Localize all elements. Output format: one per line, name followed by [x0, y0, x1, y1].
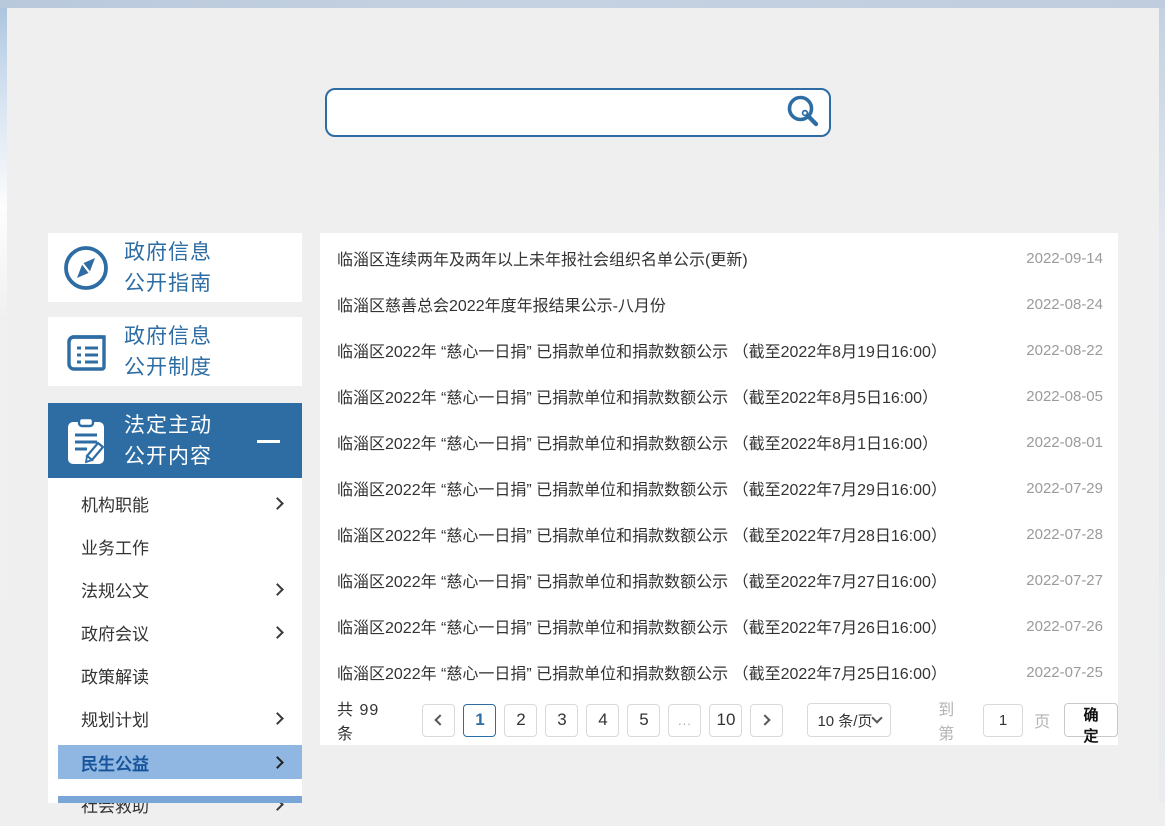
- page-button-3[interactable]: 3: [545, 704, 578, 737]
- page-button-1[interactable]: 1: [463, 704, 496, 737]
- confirm-button[interactable]: 确定: [1064, 703, 1118, 737]
- sidebar-item-label: 法规公文: [81, 577, 149, 602]
- page-button-10[interactable]: 10: [709, 704, 742, 737]
- announcement-date: 2022-08-01: [1026, 434, 1103, 451]
- search-icon: [784, 93, 821, 133]
- table-row: 临淄区2022年 “慈心一日捐” 已捐款单位和捐款数额公示 （截至2022年7月…: [320, 465, 1118, 511]
- next-item-highlight-strip: [58, 796, 302, 803]
- search-bar: [325, 88, 831, 137]
- chevron-right-icon: [271, 583, 284, 596]
- goto-page-suffix: 页: [1034, 708, 1050, 732]
- chevron-right-icon: [271, 497, 284, 510]
- announcement-title[interactable]: 临淄区2022年 “慈心一日捐” 已捐款单位和捐款数额公示 （截至2022年7月…: [337, 522, 947, 546]
- clipboard-pencil-icon: [48, 415, 124, 467]
- sidebar-item-label: 业务工作: [81, 534, 149, 559]
- pagination-bar: 共 99 条 1 2 3 4 5 ... 10 10 条/页 到第 页 确定: [320, 695, 1118, 745]
- sidebar: 政府信息 公开指南 政府信息 公开制度: [48, 233, 302, 803]
- announcement-title[interactable]: 临淄区2022年 “慈心一日捐” 已捐款单位和捐款数额公示 （截至2022年8月…: [337, 384, 938, 408]
- sidebar-item-label: 政策解读: [81, 663, 149, 688]
- sidebar-item-label: 机构职能: [81, 491, 149, 516]
- announcement-title[interactable]: 临淄区慈善总会2022年度年报结果公示-八月份: [337, 292, 666, 316]
- announcement-panel: 临淄区连续两年及两年以上未年报社会组织名单公示(更新) 2022-09-14 临…: [320, 233, 1118, 745]
- page-frame-right: [1159, 0, 1165, 803]
- compass-icon: [48, 242, 124, 294]
- sidebar-item-label: 民生公益: [81, 750, 149, 775]
- sidebar-item-public-welfare[interactable]: 民生公益: [58, 745, 302, 779]
- sidebar-item-policy[interactable]: 政策解读: [48, 654, 302, 697]
- sidebar-group-open-system[interactable]: 政府信息 公开制度: [48, 317, 302, 386]
- prev-page-button[interactable]: [422, 704, 455, 737]
- sidebar-group-label: 政府信息 公开指南: [124, 237, 212, 299]
- table-row: 临淄区2022年 “慈心一日捐” 已捐款单位和捐款数额公示 （截至2022年8月…: [320, 327, 1118, 373]
- search-button[interactable]: [775, 90, 829, 135]
- sidebar-group-statutory-disclosure[interactable]: 法定主动 公开内容: [48, 403, 302, 478]
- page-button-5[interactable]: 5: [627, 704, 660, 737]
- sidebar-item-social-assistance[interactable]: 社会救助: [48, 783, 302, 826]
- total-count-label: 共 99 条: [337, 696, 401, 744]
- sidebar-item-label: 规划计划: [81, 706, 149, 731]
- page-frame-top: [0, 0, 1165, 8]
- sidebar-group-label: 法定主动 公开内容: [124, 410, 212, 472]
- announcement-title[interactable]: 临淄区2022年 “慈心一日捐” 已捐款单位和捐款数额公示 （截至2022年8月…: [337, 430, 938, 454]
- announcement-title[interactable]: 临淄区2022年 “慈心一日捐” 已捐款单位和捐款数额公示 （截至2022年7月…: [337, 476, 947, 500]
- announcement-date: 2022-08-22: [1026, 342, 1103, 359]
- announcement-title[interactable]: 临淄区2022年 “慈心一日捐” 已捐款单位和捐款数额公示 （截至2022年8月…: [337, 338, 947, 362]
- table-row: 临淄区2022年 “慈心一日捐” 已捐款单位和捐款数额公示 （截至2022年7月…: [320, 511, 1118, 557]
- announcement-date: 2022-07-25: [1026, 664, 1103, 681]
- announcement-title[interactable]: 临淄区2022年 “慈心一日捐” 已捐款单位和捐款数额公示 （截至2022年7月…: [337, 568, 947, 592]
- table-row: 临淄区2022年 “慈心一日捐” 已捐款单位和捐款数额公示 （截至2022年7月…: [320, 557, 1118, 603]
- sidebar-item-planning[interactable]: 规划计划: [48, 697, 302, 740]
- announcement-date: 2022-09-14: [1026, 250, 1103, 267]
- sidebar-item-institution[interactable]: 机构职能: [48, 482, 302, 525]
- announcement-date: 2022-07-28: [1026, 526, 1103, 543]
- goto-page-input[interactable]: [983, 704, 1023, 737]
- collapse-minus-icon[interactable]: [257, 440, 280, 443]
- chevron-right-icon: [271, 626, 284, 639]
- chevron-right-icon: [271, 756, 284, 769]
- page-frame-left: [0, 0, 7, 803]
- page-button-4[interactable]: 4: [586, 704, 619, 737]
- announcement-date: 2022-07-29: [1026, 480, 1103, 497]
- sidebar-item-regulations[interactable]: 法规公文: [48, 568, 302, 611]
- sidebar-item-business[interactable]: 业务工作: [48, 525, 302, 568]
- sidebar-item-meetings[interactable]: 政府会议: [48, 611, 302, 654]
- table-row: 临淄区2022年 “慈心一日捐” 已捐款单位和捐款数额公示 （截至2022年7月…: [320, 649, 1118, 695]
- next-page-button[interactable]: [750, 704, 783, 737]
- chevron-down-icon: [872, 712, 883, 723]
- page-ellipsis-button[interactable]: ...: [668, 704, 701, 737]
- announcement-list: 临淄区连续两年及两年以上未年报社会组织名单公示(更新) 2022-09-14 临…: [320, 233, 1118, 695]
- table-row: 临淄区慈善总会2022年度年报结果公示-八月份 2022-08-24: [320, 281, 1118, 327]
- table-row: 临淄区2022年 “慈心一日捐” 已捐款单位和捐款数额公示 （截至2022年8月…: [320, 373, 1118, 419]
- page-size-label: 10 条/页: [817, 710, 872, 731]
- announcement-title[interactable]: 临淄区2022年 “慈心一日捐” 已捐款单位和捐款数额公示 （截至2022年7月…: [337, 614, 947, 638]
- announcement-title[interactable]: 临淄区连续两年及两年以上未年报社会组织名单公示(更新): [337, 246, 748, 270]
- sidebar-group-open-guide[interactable]: 政府信息 公开指南: [48, 233, 302, 302]
- sidebar-group-label: 政府信息 公开制度: [124, 321, 212, 383]
- chevron-left-icon: [435, 714, 446, 725]
- sidebar-item-label: 政府会议: [81, 620, 149, 645]
- goto-page-prefix: 到第: [938, 696, 972, 744]
- announcement-date: 2022-08-24: [1026, 296, 1103, 313]
- sidebar-submenu: 机构职能 业务工作 法规公文 政府会议 政策解读 规划计划 民生公益 社会救助: [48, 478, 302, 803]
- notebook-icon: [48, 325, 124, 379]
- chevron-right-icon: [760, 714, 771, 725]
- announcement-date: 2022-07-27: [1026, 572, 1103, 589]
- search-input[interactable]: [327, 90, 775, 135]
- table-row: 临淄区连续两年及两年以上未年报社会组织名单公示(更新) 2022-09-14: [320, 235, 1118, 281]
- chevron-right-icon: [271, 712, 284, 725]
- page-size-select[interactable]: 10 条/页: [807, 703, 891, 737]
- page-button-2[interactable]: 2: [504, 704, 537, 737]
- table-row: 临淄区2022年 “慈心一日捐” 已捐款单位和捐款数额公示 （截至2022年8月…: [320, 419, 1118, 465]
- announcement-date: 2022-08-05: [1026, 388, 1103, 405]
- announcement-title[interactable]: 临淄区2022年 “慈心一日捐” 已捐款单位和捐款数额公示 （截至2022年7月…: [337, 660, 947, 684]
- table-row: 临淄区2022年 “慈心一日捐” 已捐款单位和捐款数额公示 （截至2022年7月…: [320, 603, 1118, 649]
- announcement-date: 2022-07-26: [1026, 618, 1103, 635]
